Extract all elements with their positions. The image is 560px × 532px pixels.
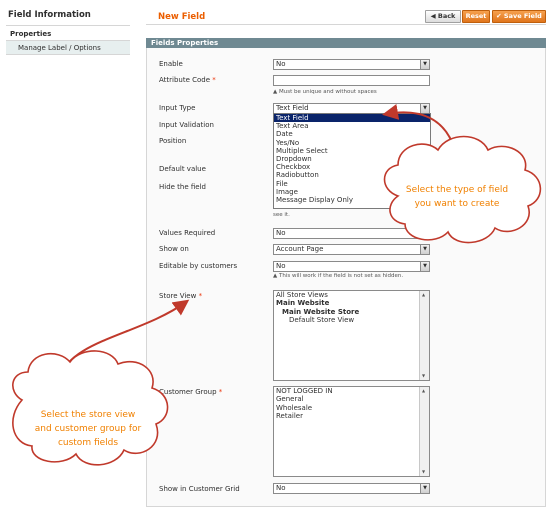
callout-text-input-type: Select the type of field you want to crea… [405,185,509,209]
callout-text-store-view: Select the store view and customer group … [34,410,142,448]
annotation-overlay [12,104,542,466]
